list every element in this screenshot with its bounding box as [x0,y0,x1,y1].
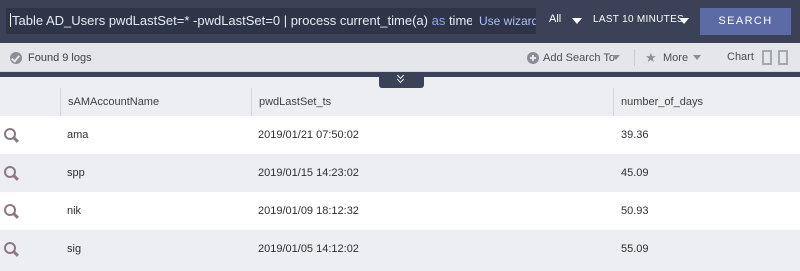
cell-number-of-days: 55.09 [621,243,649,255]
cell-pwdlastset-ts: 2019/01/09 18:12:32 [258,205,359,217]
add-search-to-button[interactable]: Add Search To [543,52,615,64]
magnifier-icon[interactable] [4,166,20,182]
column-header-samaccountname[interactable]: sAMAccountName [68,96,159,108]
cell-samaccountname: spp [67,167,85,179]
query-input[interactable]: Table AD_Users pwdLastSet=* -pwdLastSet=… [6,8,536,34]
column-separator[interactable] [251,88,252,116]
check-circle-icon [10,52,22,64]
cell-samaccountname: ama [67,129,89,141]
column-separator[interactable] [60,88,61,116]
scope-dropdown[interactable]: All [549,13,561,25]
scope-chevron-down-icon[interactable] [572,18,582,24]
table-row[interactable]: nik 2019/01/09 18:12:32 50.93 [0,192,800,230]
cell-number-of-days: 45.09 [621,167,649,179]
time-range-dropdown[interactable]: LAST 10 MINUTES [593,14,684,25]
query-toolbar: Table AD_Users pwdLastSet=* -pwdLastSet=… [0,0,800,43]
use-wizard-link[interactable]: Use wizard [472,8,536,34]
column-separator[interactable] [613,88,614,116]
cell-pwdlastset-ts: 2019/01/15 14:23:02 [258,167,359,179]
magnifier-icon[interactable] [4,128,20,144]
query-prefix: Table AD_Users pwdLastSet=* -pwdLastSet=… [12,13,432,28]
cell-number-of-days: 39.36 [621,129,649,141]
time-range-chevron-down-icon[interactable] [679,18,689,24]
chart-toggle[interactable]: Chart [727,51,754,63]
search-button[interactable]: SEARCH [700,8,791,35]
query-keyword: as [431,13,446,28]
table-row[interactable]: spp 2019/01/15 14:23:02 45.09 [0,154,800,192]
magnifier-icon[interactable] [4,242,20,258]
double-chevron-down-icon [397,74,405,82]
layout-split-icon[interactable] [762,50,772,65]
cell-pwdlastset-ts: 2019/01/05 14:12:02 [258,243,359,255]
toolbar-divider [634,49,635,66]
results-toolbar: Found 9 logs Add Search To ★ More Chart [0,43,800,72]
more-button[interactable]: More [663,52,688,64]
magnifier-icon[interactable] [4,204,20,220]
cell-samaccountname: nik [67,205,82,217]
column-header-number-of-days[interactable]: number_of_days [621,96,703,108]
star-icon[interactable]: ★ [645,51,657,64]
table-row[interactable]: ama 2019/01/21 07:50:02 39.36 [0,116,800,154]
query-suffix: time [445,13,474,28]
cell-pwdlastset-ts: 2019/01/21 07:50:02 [258,129,359,141]
table-row[interactable]: sig 2019/01/05 14:12:02 55.09 [0,230,800,268]
layout-panel-icon[interactable] [778,50,788,65]
found-count: Found 9 logs [28,52,92,64]
cell-number-of-days: 50.93 [621,205,649,217]
query-text: Table AD_Users pwdLastSet=* -pwdLastSet=… [10,13,474,28]
text-cursor [10,13,11,27]
more-chevron-down-icon[interactable] [693,55,701,60]
collapse-toggle[interactable] [379,72,424,88]
cell-samaccountname: sig [67,243,82,255]
add-search-chevron-down-icon[interactable] [612,55,620,60]
column-header-pwdlastset-ts[interactable]: pwdLastSet_ts [259,96,331,108]
plus-circle-icon[interactable] [527,52,539,64]
